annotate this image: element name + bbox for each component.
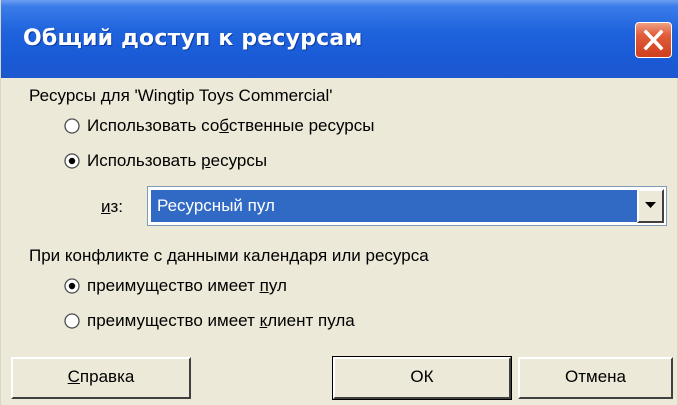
pool-priority-label[interactable]: преимущество имеет пул [87, 276, 287, 296]
help-button[interactable]: Справка [11, 357, 191, 399]
use-own-resources-label[interactable]: Использовать собственные ресурсы [87, 116, 374, 136]
label-part: преимущество имеет [87, 276, 260, 295]
ok-button[interactable]: ОК [332, 356, 512, 400]
title-bar[interactable]: Общий доступ к ресурсам [1, 0, 678, 78]
close-button[interactable] [635, 22, 672, 58]
radio-use-resources[interactable] [64, 153, 80, 169]
label-part: ул [268, 276, 287, 295]
client-priority-label[interactable]: преимущество имеет клиент пула [87, 311, 355, 331]
accelerator-key: С [67, 367, 80, 386]
accelerator-key: р [201, 151, 211, 170]
label-part: лиент пула [267, 311, 355, 330]
label-part: з: [110, 197, 124, 216]
cancel-button[interactable]: Отмена [518, 357, 673, 399]
shared-resources-dialog: Общий доступ к ресурсам Ресурсы для 'Win… [0, 0, 678, 405]
label-part: ственные ресурсы [228, 116, 375, 135]
conflict-group-label: При конфликте с данными календаря или ре… [29, 246, 429, 265]
label-part: есурсы [210, 151, 268, 170]
button-label: правка [79, 367, 135, 386]
resources-group-label: Ресурсы для 'Wingtip Toys Commercial' [29, 86, 333, 105]
radio-client-priority[interactable] [64, 313, 80, 329]
label-part: преимущество имеет [87, 311, 260, 330]
use-resources-label[interactable]: Использовать ресурсы [87, 151, 267, 171]
from-label: из: [101, 197, 123, 217]
button-label: Отмена [565, 367, 626, 386]
radio-pool-priority[interactable] [64, 278, 80, 294]
label-part: Использовать со [87, 116, 220, 135]
accelerator-key: и [101, 197, 111, 216]
button-label: ОК [410, 367, 434, 386]
close-icon [643, 29, 664, 51]
accelerator-key: п [259, 276, 269, 295]
chevron-down-icon [645, 202, 656, 208]
resource-pool-select[interactable]: Ресурсный пул [147, 186, 667, 226]
dropdown-button[interactable] [637, 189, 664, 223]
label-part: Использовать [87, 151, 202, 170]
radio-use-own-resources[interactable] [64, 118, 80, 134]
resource-pool-selected-value: Ресурсный пул [151, 190, 637, 222]
accelerator-key: б [219, 116, 229, 135]
dialog-title: Общий доступ к ресурсам [23, 26, 363, 51]
